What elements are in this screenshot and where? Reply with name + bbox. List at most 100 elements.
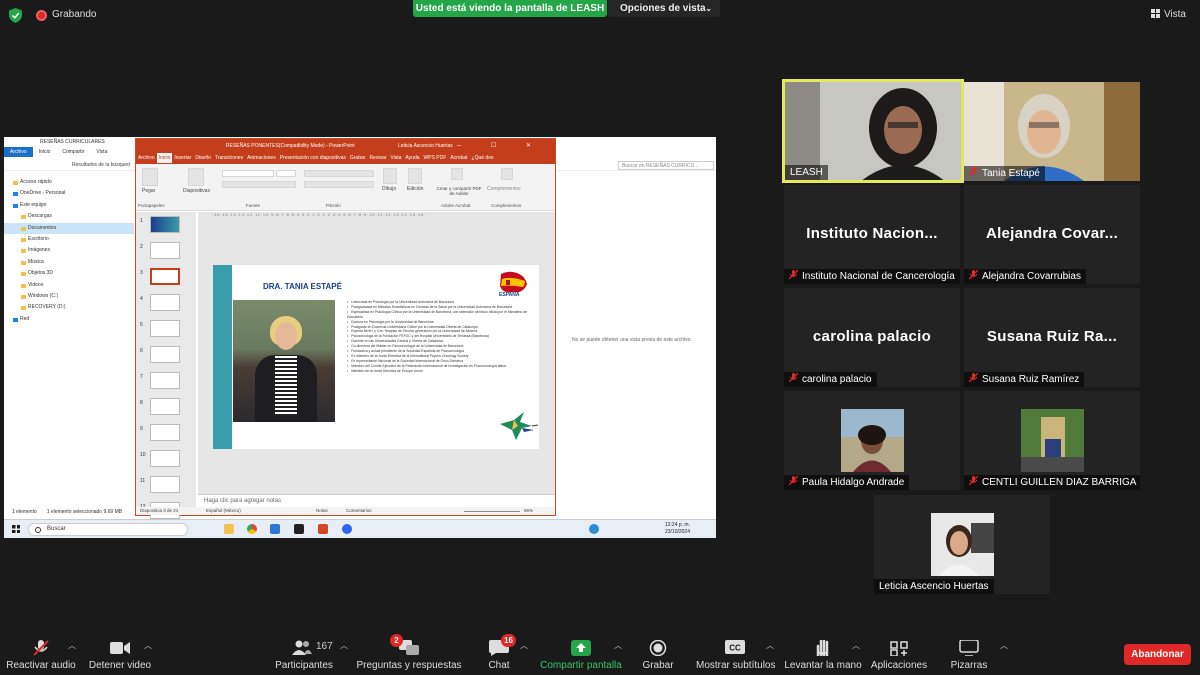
zoom-slider[interactable] (464, 511, 520, 512)
ppt-tab[interactable]: WPS PDF (422, 153, 449, 163)
explorer-nav-item[interactable]: Red (4, 314, 134, 325)
slide-thumbnail[interactable] (150, 216, 180, 233)
chevron-up-icon[interactable]: ︿ (852, 640, 860, 651)
notes-button[interactable]: Notas (316, 508, 328, 513)
zoom-app-icon[interactable] (342, 524, 352, 534)
windows-start-icon[interactable] (12, 525, 20, 533)
slide-thumbnail[interactable] (150, 450, 180, 467)
explorer-tab-inicio[interactable]: Inicio (33, 147, 57, 157)
chrome-icon[interactable] (247, 524, 257, 534)
font-size-input[interactable] (276, 170, 296, 177)
explorer-nav-item[interactable]: Escritorio (4, 234, 134, 245)
language-indicator[interactable]: Español (México) (206, 508, 241, 513)
powerpoint-icon[interactable] (318, 524, 328, 534)
taskbar-search[interactable]: Buscar (28, 523, 188, 536)
mail-icon[interactable] (270, 524, 280, 534)
explorer-nav-item[interactable]: Acceso rápido (4, 177, 134, 188)
view-button[interactable]: Vista (1150, 9, 1186, 20)
chevron-up-icon[interactable]: ︿ (520, 640, 528, 651)
current-slide[interactable]: DRA. TANIA ESTAPÉ ESPAÑA Licenciada en P… (213, 265, 539, 449)
explorer-nav-item[interactable]: RECOVERY (D:) (4, 302, 134, 313)
ppt-tab[interactable]: Revisar (367, 153, 388, 163)
drawing-icon[interactable] (383, 168, 397, 184)
explorer-tab-compartir[interactable]: Compartir (56, 147, 90, 157)
ppt-tab[interactable]: Animaciones (245, 153, 278, 163)
file-explorer-icon[interactable] (224, 524, 234, 534)
ppt-tab[interactable]: Acrobat (448, 153, 469, 163)
slide-thumbnail[interactable] (150, 398, 180, 415)
participant-tile[interactable]: Instituto Nacion... Instituto Nacional de… (784, 185, 960, 284)
ppt-tab[interactable]: Diseño (193, 153, 213, 163)
paragraph-list-buttons[interactable] (304, 170, 374, 177)
zoom-level[interactable]: 56% (524, 508, 533, 513)
participant-tile-leticia[interactable]: Leticia Ascencio Huertas (874, 495, 1050, 594)
raise-hand-button[interactable]: ︿ Levantar la mano (784, 630, 862, 675)
slide-thumbnail[interactable] (150, 268, 180, 285)
paste-icon[interactable] (142, 168, 158, 186)
notes-pane[interactable]: Haga clic para agregar notas (198, 494, 555, 507)
font-name-input[interactable] (222, 170, 274, 177)
participant-tile-leash[interactable]: LEASH (782, 79, 964, 183)
slide-thumbnail[interactable] (150, 476, 180, 493)
ppt-tab[interactable]: Inicio (156, 153, 173, 163)
paragraph-align-buttons[interactable] (304, 181, 374, 188)
participant-tile-paula[interactable]: Paula Hidalgo Andrade (784, 391, 960, 490)
ppt-tab[interactable]: Archivo (136, 153, 157, 163)
explorer-nav-item[interactable]: Windows (C:) (4, 291, 134, 302)
new-slide-icon[interactable] (188, 168, 204, 186)
explorer-nav-item[interactable]: Objetos 3D (4, 268, 134, 279)
ppt-tab[interactable]: Transiciones (213, 153, 245, 163)
weather-icon[interactable] (589, 524, 599, 534)
ppt-tab[interactable]: Presentación con diapositivas (278, 153, 348, 163)
leave-meeting-button[interactable]: Abandonar (1124, 644, 1191, 665)
slide-thumbnail[interactable] (150, 424, 180, 441)
store-icon[interactable] (294, 524, 304, 534)
unmute-button[interactable]: ︿ Reactivar audio (4, 630, 78, 675)
adobe-pdf-icon[interactable] (451, 168, 463, 180)
chevron-up-icon[interactable]: ︿ (1000, 640, 1008, 651)
editing-icon[interactable] (408, 168, 422, 184)
ppt-tab[interactable]: Vista (388, 153, 403, 163)
ppt-tab[interactable]: Grabar (348, 153, 368, 163)
explorer-search-input[interactable]: Buscar en RESEÑAS CURRICU... (618, 161, 714, 170)
window-controls[interactable]: ─ ☐ ✕ (457, 142, 545, 149)
apps-button[interactable]: Aplicaciones (870, 630, 928, 675)
qa-button[interactable]: 2 Preguntas y respuestas (356, 630, 462, 675)
chevron-up-icon[interactable]: ︿ (766, 640, 774, 651)
chevron-up-icon[interactable]: ︿ (68, 640, 76, 651)
slide-thumbnail[interactable] (150, 294, 180, 311)
explorer-nav-item[interactable]: Descargas (4, 211, 134, 222)
shield-icon[interactable] (9, 8, 22, 23)
ppt-tab[interactable]: ¿Qué des (470, 153, 496, 163)
ppt-tab[interactable]: Ayuda (403, 153, 421, 163)
stop-video-button[interactable]: ︿ Detener video (86, 630, 154, 675)
ppt-tab[interactable]: Insertar (172, 153, 193, 163)
participant-tile-centli[interactable]: CENTLI GUILLEN DIAZ BARRIGA (964, 391, 1140, 490)
addins-icon[interactable] (501, 168, 513, 180)
slide-thumbnail[interactable] (150, 372, 180, 389)
explorer-nav-item[interactable]: Documentos (4, 222, 134, 234)
chat-button[interactable]: 16 ︿ Chat (484, 630, 528, 675)
comments-button[interactable]: Comentarios (346, 508, 372, 513)
chevron-up-icon[interactable]: ︿ (340, 640, 348, 651)
chevron-up-icon[interactable]: ︿ (614, 640, 622, 651)
explorer-nav-item[interactable]: Videos (4, 280, 134, 291)
explorer-nav-item[interactable]: Este equipo (4, 200, 134, 211)
font-format-buttons[interactable] (222, 181, 296, 188)
explorer-nav-item[interactable]: OneDrive - Personal (4, 188, 134, 199)
taskbar-clock[interactable]: 12:24 p. m. 23/10/2024 (665, 522, 690, 536)
share-screen-button[interactable]: ︿ Compartir pantalla (538, 630, 624, 675)
explorer-tab-archivo[interactable]: Archivo (4, 147, 33, 157)
participant-tile[interactable]: Susana Ruiz Ra... Susana Ruiz Ramírez (964, 288, 1140, 387)
explorer-nav-item[interactable]: Música (4, 257, 134, 268)
whiteboards-button[interactable]: ︿ Pizarras (946, 630, 1008, 675)
view-options-button[interactable]: Opciones de vista ⌄ (608, 0, 720, 17)
participant-tile[interactable]: Alejandra Covar... Alejandra Covarrubias (964, 185, 1140, 284)
explorer-nav-item[interactable]: Imágenes (4, 245, 134, 256)
slide-thumbnail[interactable] (150, 242, 180, 259)
participant-tile[interactable]: carolina palacio carolina palacio (784, 288, 960, 387)
slide-thumbnail[interactable] (150, 320, 180, 337)
participants-button[interactable]: 167 ︿ Participantes (272, 630, 348, 675)
record-button[interactable]: Grabar (640, 630, 676, 675)
chevron-up-icon[interactable]: ︿ (144, 640, 152, 651)
